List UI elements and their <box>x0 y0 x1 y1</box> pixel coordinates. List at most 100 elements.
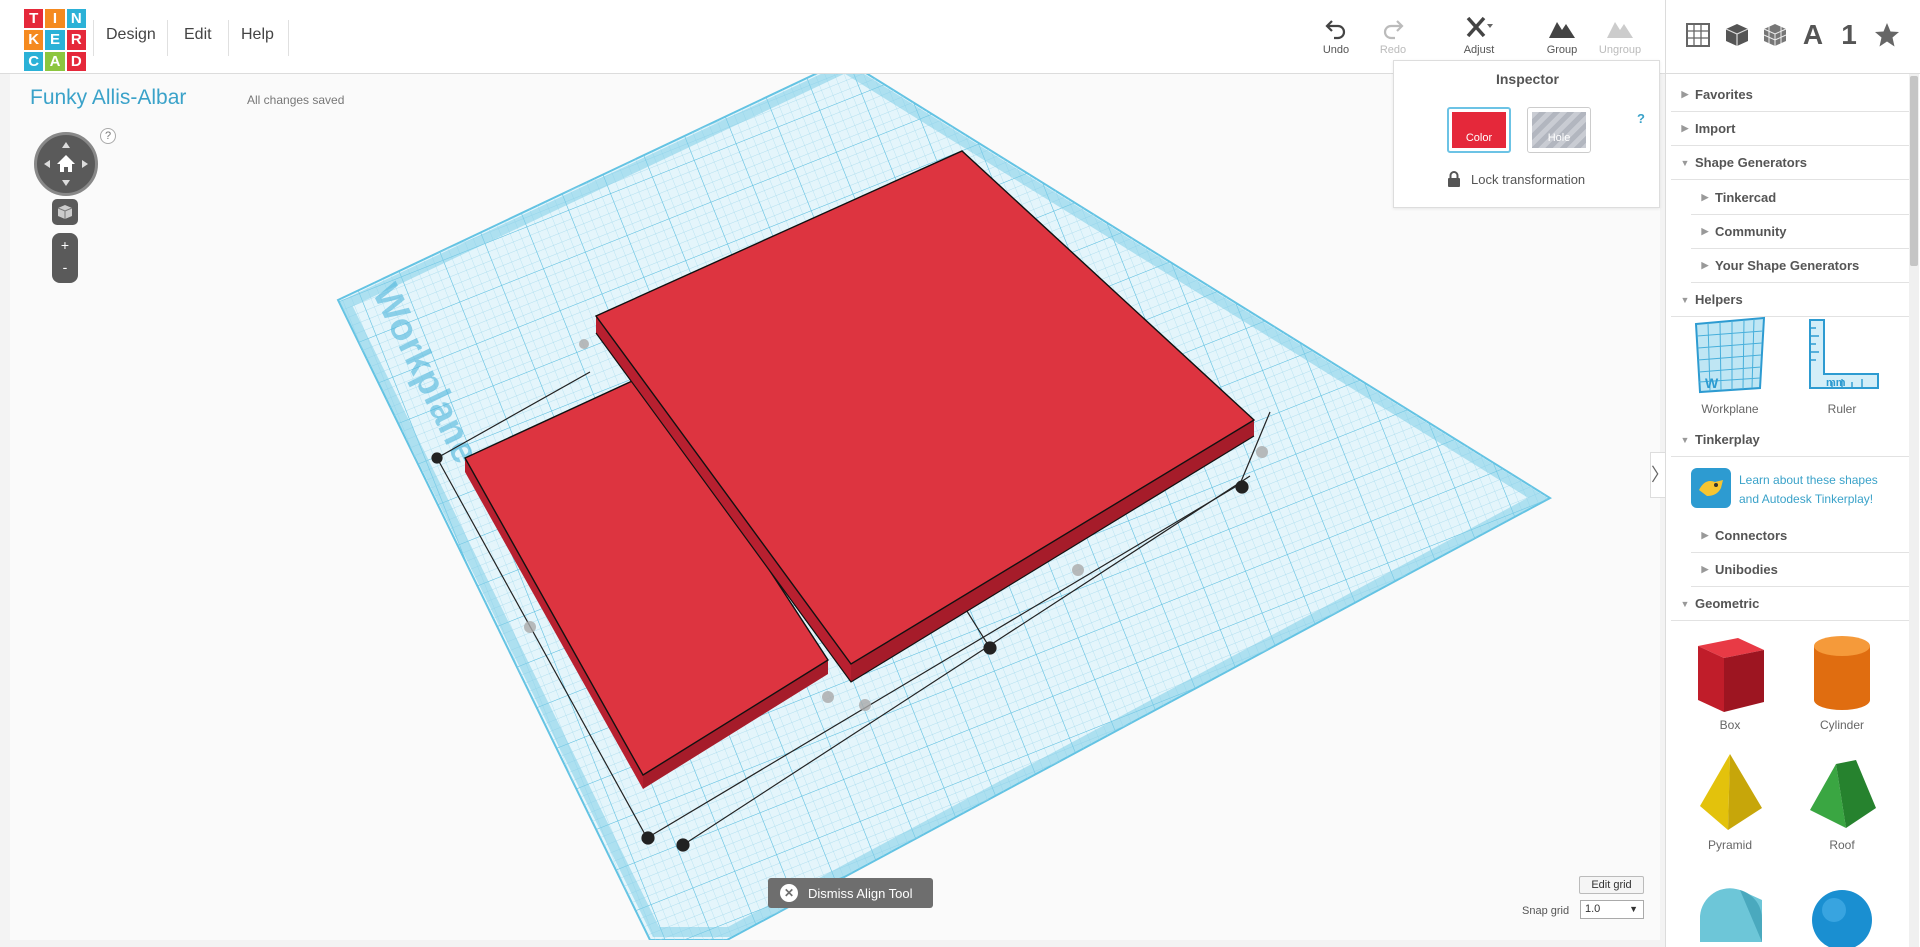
ungroup-icon <box>1590 16 1650 40</box>
subsection-unibodies[interactable]: ▶ Unibodies <box>1691 553 1909 587</box>
menu-edit[interactable]: Edit <box>184 26 212 44</box>
view-cube-button[interactable] <box>52 199 78 225</box>
section-helpers[interactable]: ▼ Helpers <box>1671 283 1909 317</box>
svg-text:W: W <box>1705 375 1719 391</box>
scrollbar-thumb[interactable] <box>1910 76 1918 266</box>
wireframe-view-button[interactable] <box>1758 18 1792 52</box>
subsection-community[interactable]: ▶ Community <box>1691 215 1909 249</box>
subsection-tinkercad[interactable]: ▶ Tinkercad <box>1691 181 1909 215</box>
svg-text:mm: mm <box>1826 377 1846 389</box>
hole-label: Hole <box>1532 112 1586 148</box>
collapse-icon: ▼ <box>1680 157 1690 168</box>
lock-transformation-toggle[interactable]: Lock transformation <box>1447 171 1585 187</box>
logo-letter: K <box>24 30 44 50</box>
save-status: All changes saved <box>247 93 345 107</box>
pan-right-icon[interactable] <box>82 160 88 168</box>
hole-button[interactable]: Hole <box>1527 107 1591 153</box>
design-title[interactable]: Funky Allis-Albar <box>30 86 186 110</box>
group-button[interactable]: Group <box>1532 16 1592 56</box>
color-button[interactable]: Color <box>1447 107 1511 153</box>
number-tool-button[interactable]: 1 <box>1832 18 1866 52</box>
undo-label: Undo <box>1322 44 1350 56</box>
group-label: Group <box>1546 44 1578 56</box>
half-cylinder-shape-icon <box>1700 888 1763 942</box>
favorites-star-button[interactable] <box>1870 18 1904 52</box>
ungroup-button[interactable]: Ungroup <box>1590 16 1650 56</box>
section-label: Unibodies <box>1715 562 1778 577</box>
cylinder-shape-icon <box>1814 636 1870 710</box>
shape-box[interactable]: Box <box>1680 630 1780 732</box>
box-view-button[interactable] <box>1720 18 1754 52</box>
adjust-button[interactable]: Adjust <box>1449 16 1509 56</box>
sphere-shape-icon <box>1812 890 1872 947</box>
zoom-out-button[interactable]: - <box>52 259 78 275</box>
section-tinkerplay[interactable]: ▼ Tinkerplay <box>1671 423 1909 457</box>
zoom-in-button[interactable]: + <box>52 237 78 253</box>
snap-grid-select[interactable]: 1.0 ▼ <box>1580 900 1644 919</box>
tile-label: Box <box>1719 718 1741 732</box>
tinkerplay-icon[interactable] <box>1691 468 1731 508</box>
tinkercad-logo[interactable]: T I N K E R C A D <box>24 9 86 71</box>
zoom-control: + - <box>52 233 78 283</box>
section-label: Helpers <box>1695 292 1743 307</box>
section-shape-generators[interactable]: ▼ Shape Generators <box>1671 146 1909 180</box>
shape-cylinder[interactable]: Cylinder <box>1792 630 1892 732</box>
tile-label: Pyramid <box>1707 838 1752 852</box>
inspector-panel: Inspector Color Hole ? Lock transformati… <box>1393 60 1660 208</box>
tinkercad-app: Workplane T I N K E R C A D Design Edit … <box>0 0 1920 947</box>
dismiss-align-tool-button[interactable]: ✕ Dismiss Align Tool <box>768 878 933 908</box>
pan-down-icon[interactable] <box>62 180 70 186</box>
sidebar-scrollbar[interactable] <box>1909 74 1919 947</box>
collapse-icon: ▼ <box>1680 294 1690 305</box>
dismiss-align-label: Dismiss Align Tool <box>808 885 913 901</box>
logo-letter: T <box>24 9 44 29</box>
pan-up-icon[interactable] <box>62 142 70 148</box>
shape-sphere[interactable] <box>1792 870 1892 947</box>
inspector-help-button[interactable]: ? <box>1637 111 1645 126</box>
menu-help[interactable]: Help <box>241 26 274 44</box>
shape-pyramid[interactable]: Pyramid <box>1680 750 1780 852</box>
section-import[interactable]: ▶ Import <box>1671 112 1909 146</box>
pan-left-icon[interactable] <box>44 160 50 168</box>
adjust-icon <box>1449 16 1509 40</box>
shape-roof[interactable]: Roof <box>1792 750 1892 852</box>
cube-icon <box>1725 24 1749 46</box>
collapse-icon: ▼ <box>1680 598 1690 609</box>
redo-button[interactable]: Redo <box>1363 16 1423 56</box>
view-cube-icon <box>57 205 73 219</box>
home-icon[interactable] <box>57 155 75 172</box>
roof-shape-icon <box>1810 760 1876 828</box>
section-favorites[interactable]: ▶ Favorites <box>1671 78 1909 112</box>
section-label: Shape Generators <box>1695 155 1807 170</box>
shape-half-cylinder[interactable] <box>1680 870 1780 947</box>
workplane-helper-icon: W <box>1694 316 1766 394</box>
lock-label: Lock transformation <box>1471 171 1586 187</box>
orbit-control[interactable] <box>34 132 98 196</box>
close-icon: ✕ <box>780 884 798 902</box>
section-label: Your Shape Generators <box>1715 258 1860 273</box>
tinkerplay-learn-link[interactable]: Learn about these shapes and Autodesk Ti… <box>1739 471 1899 509</box>
lock-icon <box>1448 171 1460 187</box>
section-geometric[interactable]: ▼ Geometric <box>1671 587 1909 621</box>
box-shape-icon <box>1698 638 1764 712</box>
section-label: Connectors <box>1715 528 1788 543</box>
helper-workplane[interactable]: W Workplane <box>1680 314 1780 416</box>
edit-grid-button[interactable]: Edit grid <box>1579 876 1644 894</box>
subsection-your-shape-generators[interactable]: ▶ Your Shape Generators <box>1691 249 1909 283</box>
text-tool-button[interactable]: A <box>1796 18 1830 52</box>
wire-cube-icon <box>1763 24 1787 46</box>
expand-icon: ▶ <box>1681 89 1689 99</box>
undo-button[interactable]: Undo <box>1306 16 1366 56</box>
sidebar-collapse-tab[interactable]: 〉 <box>1650 452 1669 498</box>
logo-letter: R <box>66 30 86 50</box>
section-label: Geometric <box>1695 596 1760 611</box>
subsection-connectors[interactable]: ▶ Connectors <box>1691 519 1909 553</box>
grid-view-button[interactable] <box>1681 18 1715 52</box>
menu-design[interactable]: Design <box>106 26 156 44</box>
nav-help-button[interactable]: ? <box>100 128 116 144</box>
section-label: Community <box>1715 224 1787 239</box>
logo-letter: E <box>45 30 65 50</box>
logo-letter: N <box>66 9 86 29</box>
helper-ruler[interactable]: mm Ruler <box>1792 314 1892 416</box>
ruler-helper-icon: mm <box>1809 319 1879 389</box>
